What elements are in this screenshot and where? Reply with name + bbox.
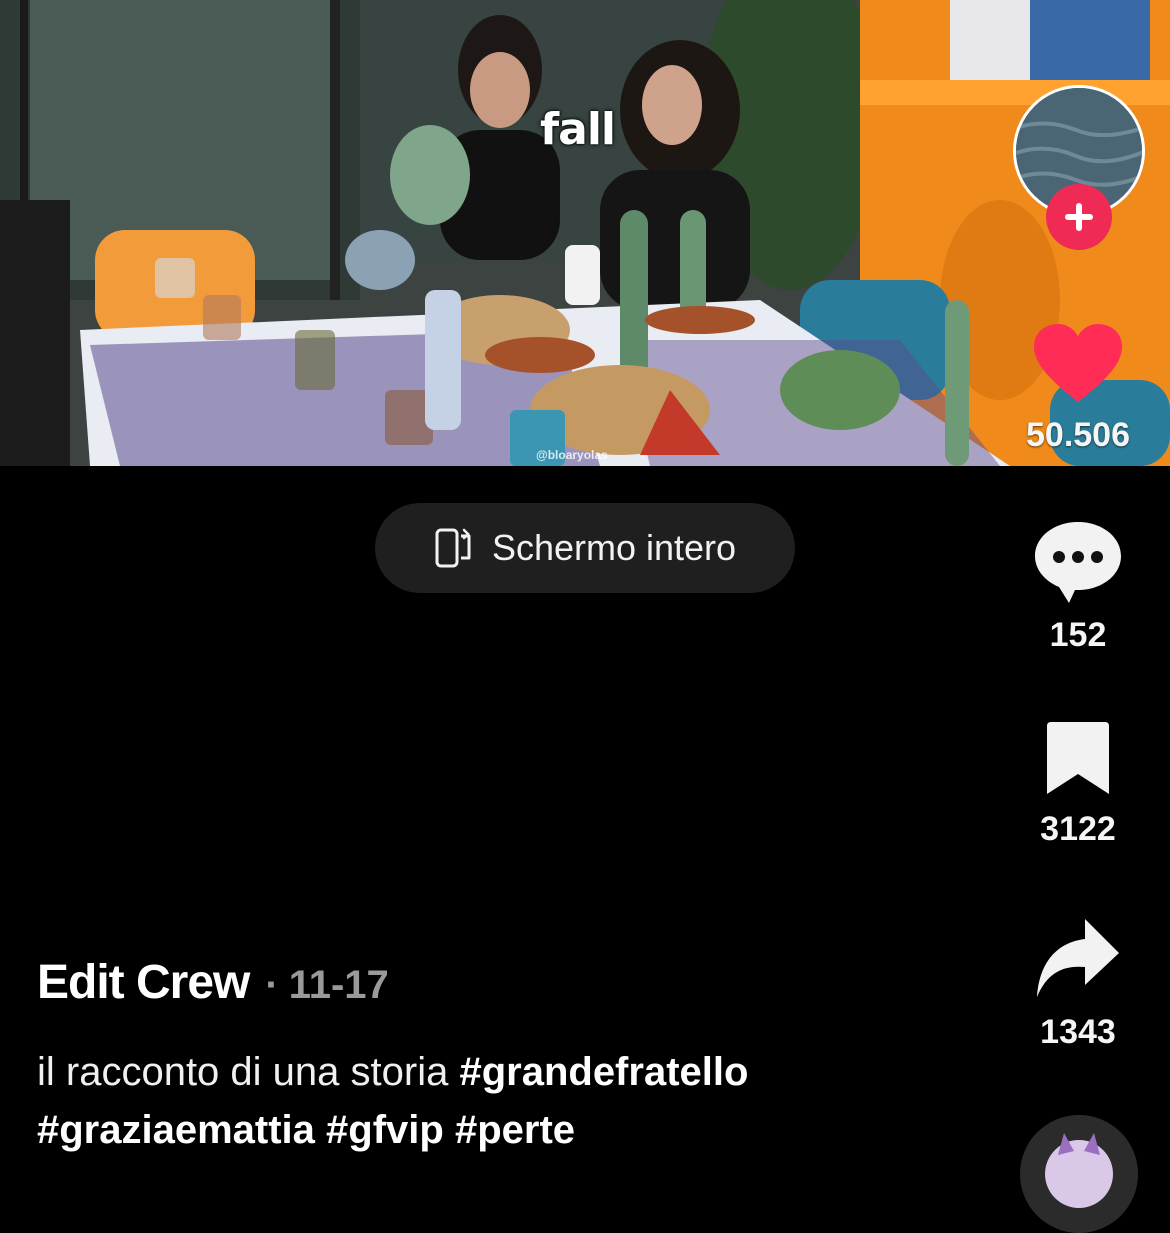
post-date: 11-17 [288,963,389,1007]
video-watermark: @bloaryolas [536,448,608,462]
like-count: 50.506 [1026,416,1130,454]
post-meta: Edit Crew · 11-17 [37,955,389,1010]
save-count: 3122 [1040,810,1116,848]
music-disc-icon [1020,1115,1138,1233]
video-caption-overlay: fall [540,104,616,155]
share-arrow-icon [1037,919,1119,997]
save-button[interactable]: 3122 [1018,720,1138,849]
bookmark-icon [1047,722,1109,794]
share-button[interactable]: 1343 [1018,915,1138,1052]
share-count: 1343 [1040,1013,1116,1051]
post-description: il racconto di una storia #grandefratell… [37,1043,967,1159]
comment-button[interactable]: 152 [1018,518,1138,655]
video-player[interactable]: fall @bloaryolas [0,0,1170,466]
like-button[interactable]: 50.506 [1018,322,1138,455]
heart-icon [1034,324,1122,402]
description-text: il racconto di una storia [37,1050,460,1094]
hashtag[interactable]: #graziaemattia [37,1108,315,1152]
hashtag[interactable]: #perte [455,1108,575,1152]
fullscreen-label: Schermo intero [491,527,737,568]
comment-count: 152 [1049,616,1107,654]
video-frame-image [0,0,1170,466]
hashtag[interactable]: #gfvip [326,1108,444,1152]
music-disc-button[interactable] [1020,1115,1138,1233]
plus-icon [1065,203,1093,231]
follow-button[interactable] [1046,184,1112,250]
post-date-separator: · [265,963,279,1007]
rotate-phone-icon [435,528,471,568]
comment-bubble-icon [1035,522,1121,603]
fullscreen-button[interactable]: Schermo intero [375,503,795,593]
hashtag[interactable]: #grandefratello [459,1050,748,1094]
author-name[interactable]: Edit Crew [37,955,250,1010]
